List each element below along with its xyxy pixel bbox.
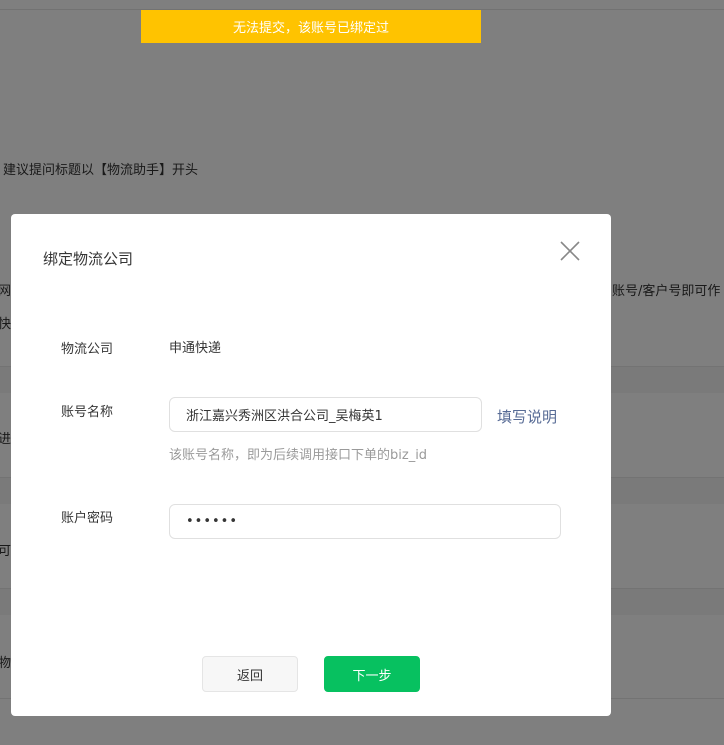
- account-name-tip: 该账号名称，即为后续调用接口下单的biz_id: [169, 448, 428, 463]
- password-label: 账户密码: [61, 511, 114, 526]
- back-button[interactable]: 返回: [202, 656, 298, 692]
- fill-instructions-link[interactable]: 填写说明: [497, 406, 557, 427]
- close-button[interactable]: [557, 238, 583, 264]
- password-input[interactable]: [169, 504, 561, 539]
- error-toast-text: 无法提交，该账号已绑定过: [232, 21, 389, 36]
- company-label: 物流公司: [61, 342, 114, 357]
- company-value: 申通快递: [169, 341, 222, 356]
- error-toast: 无法提交，该账号已绑定过: [141, 10, 481, 43]
- account-name-label: 账号名称: [61, 405, 114, 420]
- next-step-button[interactable]: 下一步: [324, 656, 420, 692]
- account-name-input[interactable]: [169, 397, 482, 432]
- bind-logistics-dialog: 绑定物流公司 物流公司 申通快递 账号名称 填写说明 该账号名称，即为后续调用接…: [11, 214, 611, 716]
- dialog-title: 绑定物流公司: [43, 250, 134, 268]
- close-icon: [560, 241, 580, 261]
